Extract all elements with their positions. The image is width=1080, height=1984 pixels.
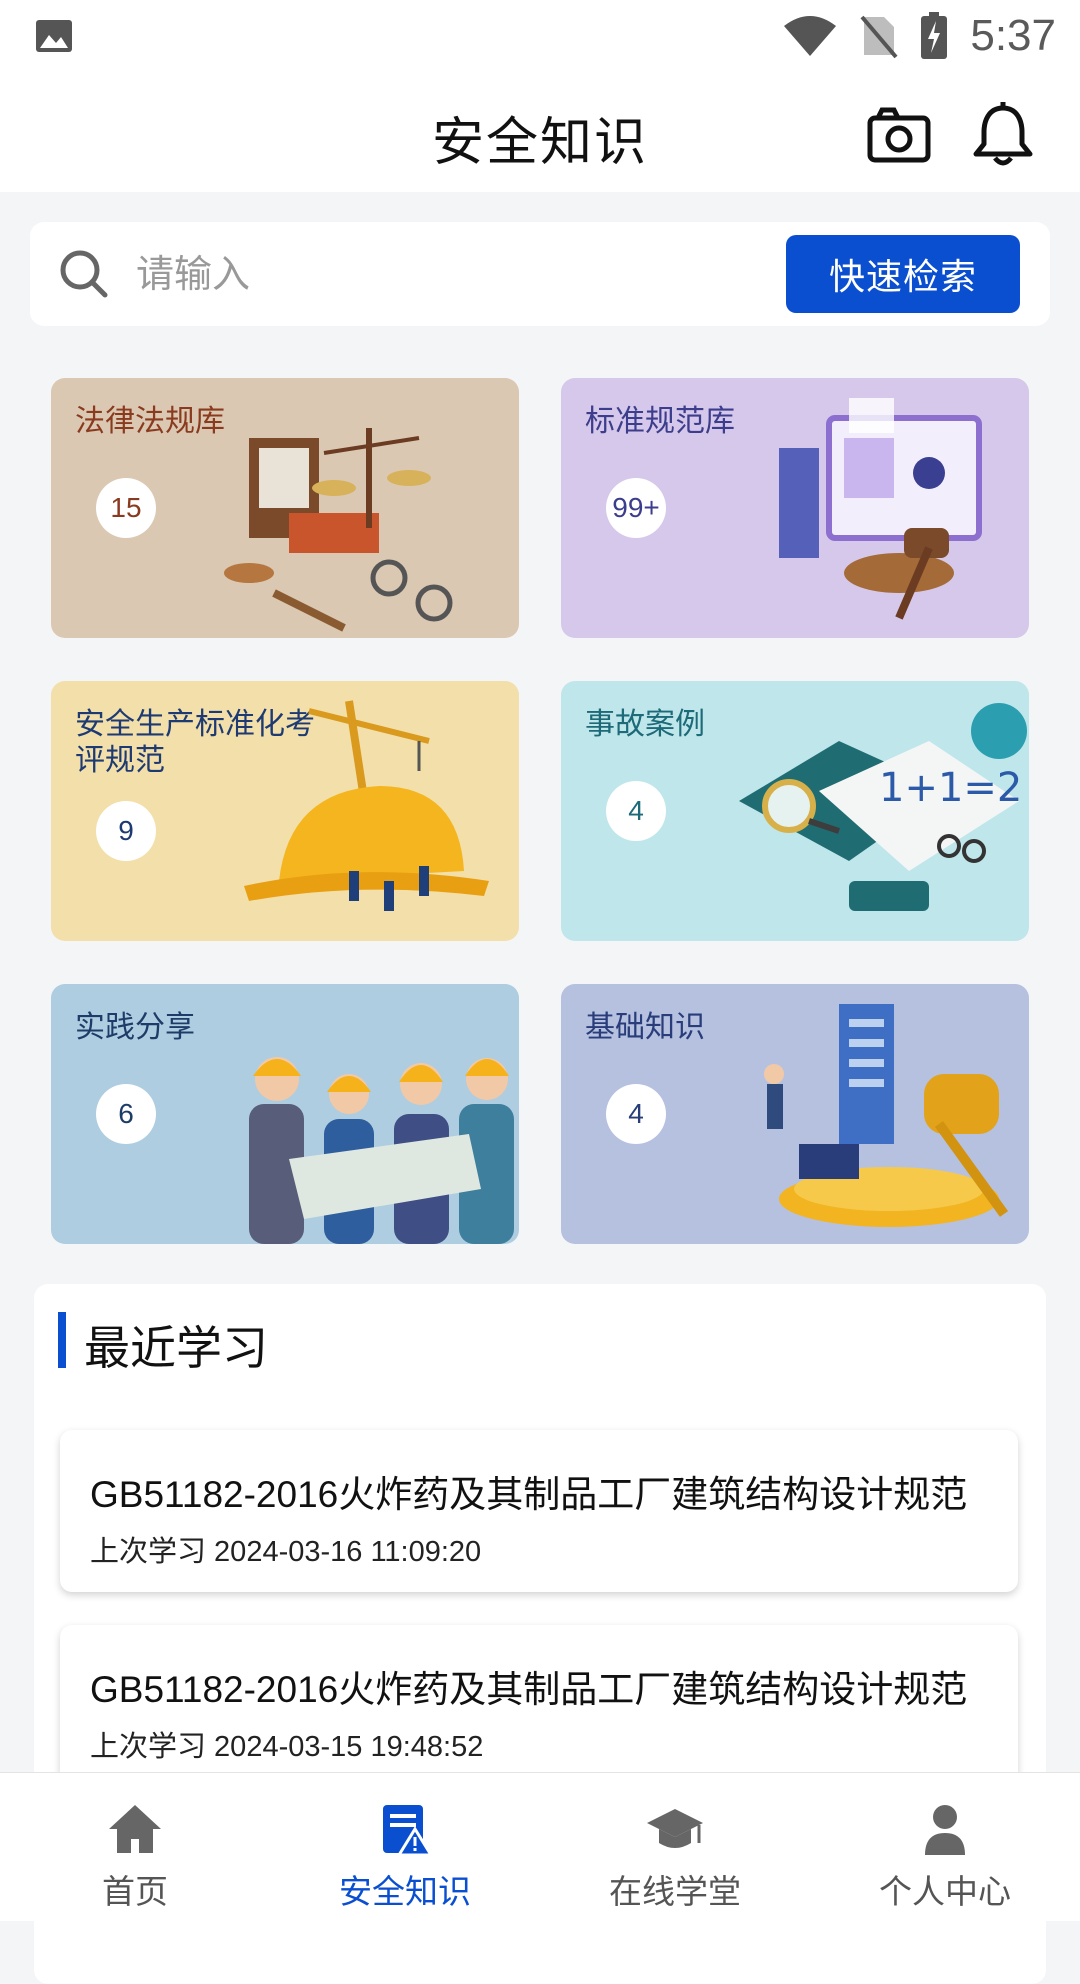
helmet-crane-illustration (244, 700, 489, 911)
search-icon (60, 250, 108, 298)
books-magnifier-illustration: 1+1=2 (739, 703, 1027, 911)
nav-label: 个人中心 (879, 1873, 1011, 1910)
nav-label: 安全知识 (339, 1873, 471, 1910)
status-time: 5:37 (970, 11, 1056, 60)
camera-icon[interactable] (864, 100, 934, 170)
nav-label: 在线学堂 (609, 1873, 741, 1910)
nav-item-profile[interactable]: 个人中心 (810, 1773, 1080, 1921)
bell-icon[interactable] (968, 100, 1038, 170)
category-count-badge: 6 (96, 1084, 156, 1144)
nav-label: 首页 (102, 1873, 168, 1910)
category-tile-practice-sharing[interactable]: 实践分享 6 (51, 984, 519, 1244)
status-bar: 5:37 (0, 0, 1080, 72)
recent-item-title: GB51182-2016火炸药及其制品工厂建筑结构设计规范 (90, 1669, 968, 1710)
section-accent-bar (58, 1312, 66, 1368)
nav-item-home[interactable]: 首页 (0, 1773, 270, 1921)
wifi-icon (784, 16, 837, 56)
category-count-badge: 99+ (606, 478, 666, 538)
law-books-gavel-illustration (224, 428, 453, 632)
category-tile-standards[interactable]: 标准规范库 99+ (561, 378, 1029, 638)
section-title: 最近学习 (84, 1322, 268, 1374)
category-tile-laws[interactable]: 法律法规库 15 (51, 378, 519, 638)
no-sim-icon (860, 15, 898, 59)
bottom-navigation: 首页 安全知识 在线学堂 个人中心 (0, 1772, 1080, 1921)
recent-item-timestamp: 上次学习 2024-03-16 11:09:20 (90, 1536, 482, 1568)
category-count-badge: 4 (606, 781, 666, 841)
workers-blueprint-illustration (249, 1057, 514, 1244)
category-tile-safety-production-standards[interactable]: 安全生产标准化考评规范 9 (51, 681, 519, 941)
quick-search-button[interactable]: 快速检索 (786, 235, 1020, 313)
standards-screen-illustration (779, 398, 982, 620)
recent-item-timestamp: 上次学习 2024-03-15 19:48:52 (90, 1731, 484, 1763)
category-count-badge: 4 (606, 1084, 666, 1144)
category-count-badge: 9 (96, 801, 156, 861)
home-icon (109, 1805, 161, 1853)
nav-item-online-class[interactable]: 在线学堂 (540, 1773, 810, 1921)
category-tile-accident-cases[interactable]: 事故案例 4 1+1=2 (561, 681, 1029, 941)
search-input[interactable] (134, 242, 778, 308)
building-gavel-illustration (764, 1004, 1009, 1227)
recent-item[interactable]: GB51182-2016火炸药及其制品工厂建筑结构设计规范 上次学习 2024-… (60, 1625, 1018, 1787)
recent-item[interactable]: GB51182-2016火炸药及其制品工厂建筑结构设计规范 上次学习 2024-… (60, 1430, 1018, 1592)
recent-item-title: GB51182-2016火炸药及其制品工厂建筑结构设计规范 (90, 1474, 968, 1515)
svg-text:1+1=2: 1+1=2 (879, 765, 1022, 811)
category-count-badge: 15 (96, 478, 156, 538)
graduation-cap-icon (647, 1809, 703, 1848)
app-bar: 安全知识 (0, 72, 1080, 192)
nav-item-safety-knowledge[interactable]: 安全知识 (270, 1773, 540, 1921)
person-icon (925, 1805, 965, 1855)
image-icon (36, 20, 72, 52)
search-bar: 快速检索 (30, 222, 1050, 326)
battery-charging-icon (921, 12, 948, 59)
category-tile-basic-knowledge[interactable]: 基础知识 4 (561, 984, 1029, 1244)
knowledge-icon (383, 1805, 434, 1857)
